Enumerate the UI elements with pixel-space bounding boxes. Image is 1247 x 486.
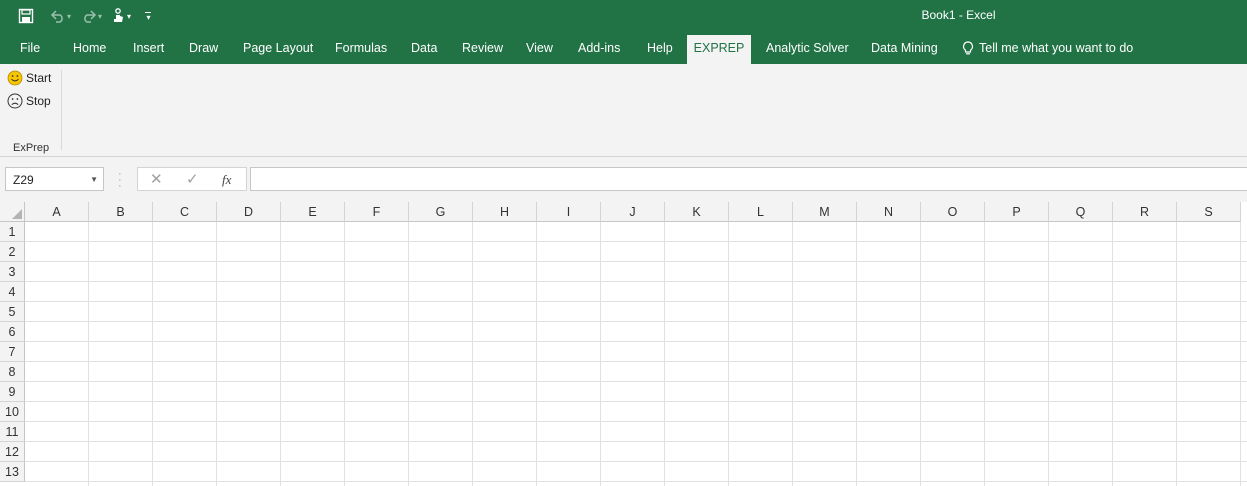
ribbon-exprep: Start Stop ExPrep: [0, 64, 1247, 157]
tab-analytic-solver[interactable]: Analytic Solver: [766, 32, 849, 64]
column-header[interactable]: C: [153, 202, 217, 222]
tab-page-layout[interactable]: Page Layout: [243, 32, 313, 64]
column-header[interactable]: A: [25, 202, 89, 222]
start-button[interactable]: Start: [7, 68, 51, 88]
column-header[interactable]: K: [665, 202, 729, 222]
ribbon-tab-bar: File Home Insert Draw Page Layout Formul…: [0, 32, 1247, 64]
cancel-icon[interactable]: ✕: [150, 170, 163, 188]
sad-face-icon: [7, 93, 23, 109]
window-title: Book1 - Excel: [0, 8, 1247, 22]
name-box[interactable]: Z29 ▼: [5, 167, 104, 191]
row-header[interactable]: 13: [0, 462, 25, 482]
row-header[interactable]: 10: [0, 402, 25, 422]
tell-me-search[interactable]: Tell me what you want to do: [962, 32, 1133, 64]
row-header[interactable]: 9: [0, 382, 25, 402]
column-header[interactable]: S: [1177, 202, 1241, 222]
formula-input[interactable]: [250, 167, 1247, 191]
column-header[interactable]: G: [409, 202, 473, 222]
formula-bar-area: Z29 ▼ · · · ✕ ✓ fx: [0, 157, 1247, 202]
column-header[interactable]: B: [89, 202, 153, 222]
tab-insert[interactable]: Insert: [133, 32, 164, 64]
row-header[interactable]: 1: [0, 222, 25, 242]
title-bar: ▾ ▾ ▾ ▾ Book1 - Excel: [0, 0, 1247, 32]
enter-icon[interactable]: ✓: [186, 170, 199, 188]
column-header[interactable]: M: [793, 202, 857, 222]
tab-view[interactable]: View: [526, 32, 553, 64]
column-header[interactable]: H: [473, 202, 537, 222]
row-header[interactable]: 6: [0, 322, 25, 342]
window-title-text: Book1 - Excel: [921, 8, 996, 22]
tab-data[interactable]: Data: [411, 32, 437, 64]
cell-area[interactable]: [25, 222, 1247, 486]
tab-review[interactable]: Review: [462, 32, 503, 64]
tab-add-ins[interactable]: Add-ins: [578, 32, 620, 64]
ribbon-group-label: ExPrep: [13, 142, 50, 154]
row-header[interactable]: 3: [0, 262, 25, 282]
chevron-down-icon[interactable]: ▼: [90, 175, 98, 184]
tab-help[interactable]: Help: [647, 32, 673, 64]
start-label: Start: [26, 71, 52, 85]
column-header[interactable]: O: [921, 202, 985, 222]
tab-file[interactable]: File: [20, 32, 40, 64]
select-all-button[interactable]: [0, 202, 25, 222]
column-header[interactable]: Q: [1049, 202, 1113, 222]
row-header[interactable]: 7: [0, 342, 25, 362]
row-header[interactable]: 12: [0, 442, 25, 462]
stop-button[interactable]: Stop: [7, 91, 51, 111]
lightbulb-icon: [962, 40, 974, 54]
stop-label: Stop: [26, 94, 51, 108]
name-box-value: Z29: [13, 173, 34, 187]
tab-home[interactable]: Home: [73, 32, 106, 64]
tab-data-mining[interactable]: Data Mining: [871, 32, 938, 64]
insert-function-icon[interactable]: fx: [222, 172, 231, 188]
row-header[interactable]: 8: [0, 362, 25, 382]
column-header[interactable]: F: [345, 202, 409, 222]
column-header[interactable]: N: [857, 202, 921, 222]
tab-formulas[interactable]: Formulas: [335, 32, 387, 64]
column-header[interactable]: P: [985, 202, 1049, 222]
column-header[interactable]: E: [281, 202, 345, 222]
worksheet-grid: ABCDEFGHIJKLMNOPQRS 1 2 3 4 5 6 7 8 9 10 11 12 13: [0, 202, 1247, 486]
column-header[interactable]: L: [729, 202, 793, 222]
tell-me-label: Tell me what you want to do: [979, 40, 1134, 55]
row-header[interactable]: 5: [0, 302, 25, 322]
tab-draw[interactable]: Draw: [189, 32, 218, 64]
resize-handle-icon[interactable]: · · ·: [118, 169, 122, 192]
column-header[interactable]: J: [601, 202, 665, 222]
tab-exprep[interactable]: EXPREP: [687, 35, 751, 64]
formula-buttons: ✕ ✓ fx: [137, 167, 247, 191]
row-header[interactable]: 11: [0, 422, 25, 442]
ribbon-group-separator: [61, 70, 62, 150]
column-header[interactable]: D: [217, 202, 281, 222]
row-header[interactable]: 2: [0, 242, 25, 262]
column-header[interactable]: I: [537, 202, 601, 222]
smiley-icon: [7, 70, 23, 86]
column-header[interactable]: R: [1113, 202, 1177, 222]
row-header[interactable]: 4: [0, 282, 25, 302]
